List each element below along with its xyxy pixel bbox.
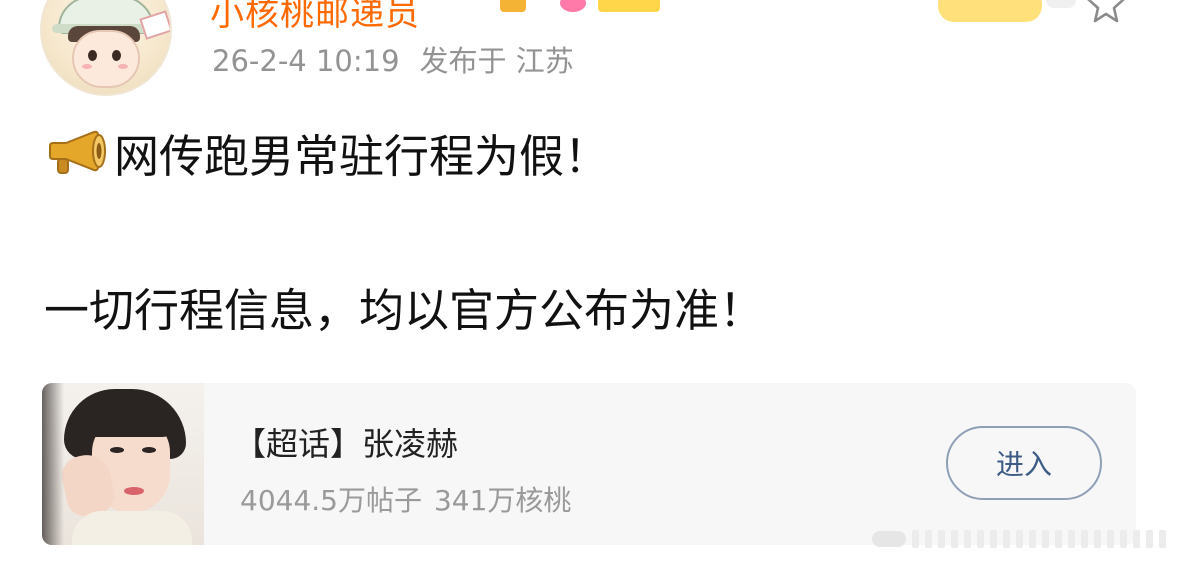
avatar-blush	[118, 64, 128, 69]
level-badge-icon	[598, 0, 660, 12]
enter-button[interactable]: 进入	[946, 426, 1102, 500]
decoration-icon	[1046, 0, 1076, 8]
avatar-eye	[88, 50, 97, 61]
super-topic-photo	[42, 383, 204, 545]
username[interactable]: 小核桃邮递员	[210, 0, 420, 35]
decoration-card-icon	[938, 0, 1042, 22]
avatar[interactable]	[40, 0, 172, 96]
avatar-blush	[82, 64, 92, 69]
super-topic-title: 【超话】张凌赫	[234, 425, 459, 463]
avatar-face	[72, 30, 140, 88]
super-topic-stats: 4044.5万帖子 341万核桃	[240, 479, 571, 519]
post-text-line-1: 网传跑男常驻行程为假！	[114, 129, 610, 183]
megaphone-icon	[49, 130, 106, 174]
walnut-count: 341万核桃	[433, 484, 572, 517]
post-time: 26-2-4 10:19	[212, 44, 400, 78]
posts-count: 4044.5万帖子	[240, 484, 422, 517]
post-line-1: 网传跑男常驻行程为假！	[44, 122, 610, 183]
member-badge-icon	[500, 0, 526, 12]
super-topic-card[interactable]: 【超话】张凌赫 4044.5万帖子 341万核桃 进入	[42, 383, 1136, 545]
post-text-line-2: 一切行程信息，均以官方公布为准！	[44, 284, 765, 337]
post-location: 发布于 江苏	[419, 44, 574, 78]
watermark-icon	[872, 528, 1170, 550]
heart-badge-icon	[560, 0, 586, 12]
avatar-eye	[112, 50, 121, 61]
star-icon[interactable]	[1084, 0, 1128, 26]
post-meta: 26-2-4 10:19 发布于 江苏	[212, 38, 574, 80]
